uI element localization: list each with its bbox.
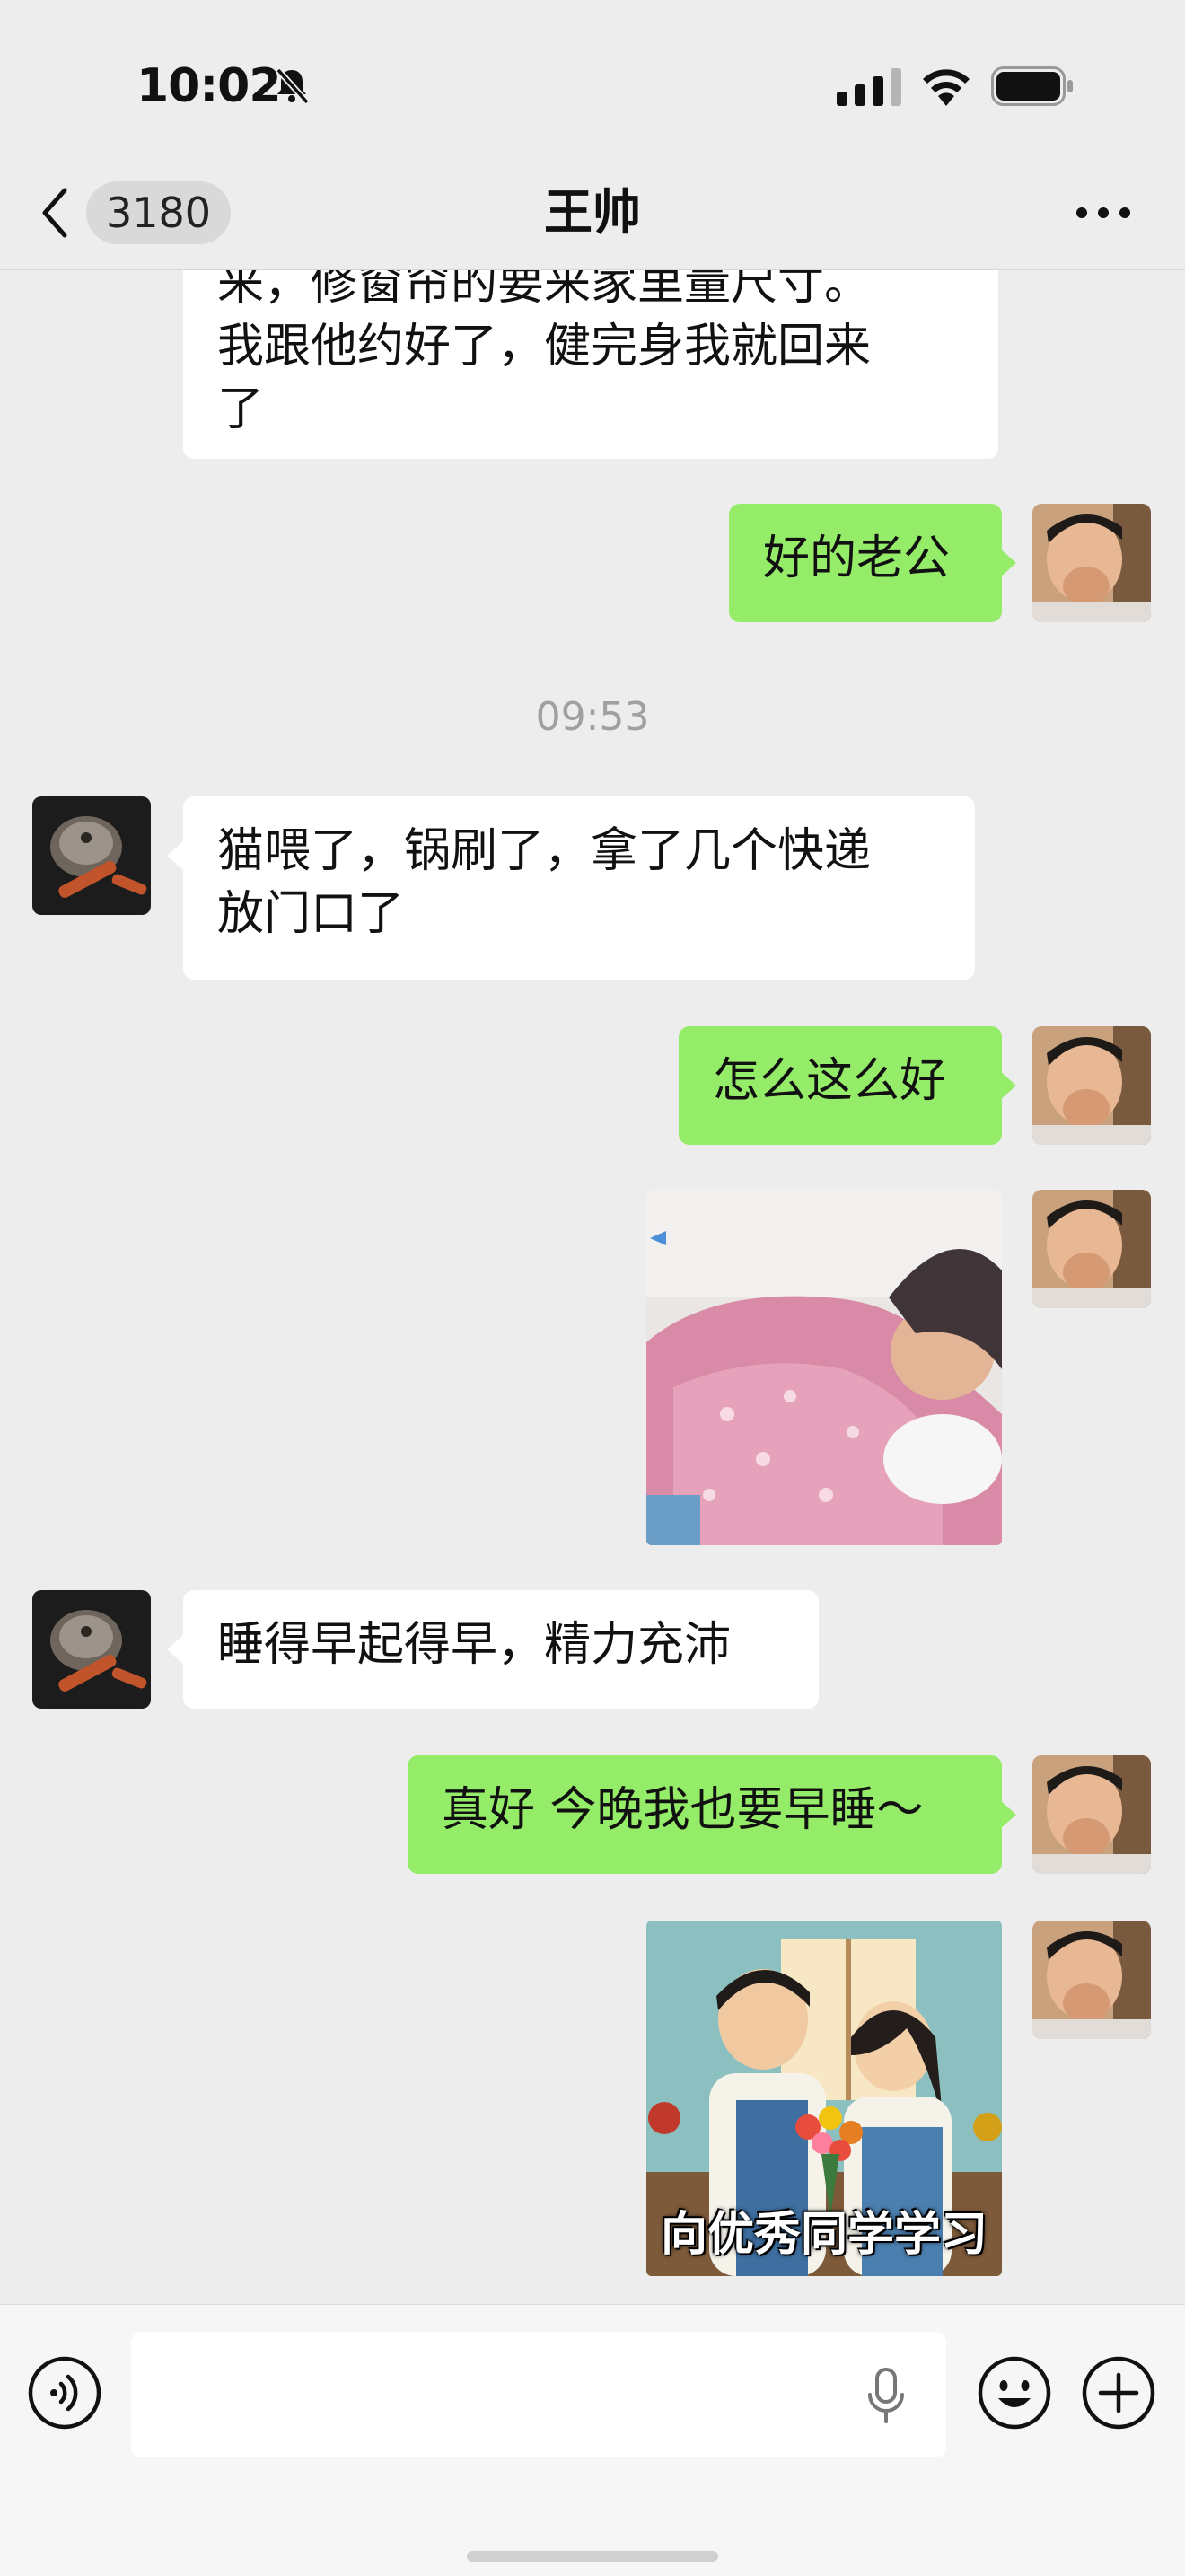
bubble-tail [167,1635,183,1664]
outgoing-message[interactable]: 真好 今晚我也要早睡～ [408,1755,1002,1874]
message-text: 放门口了 [217,887,405,941]
contact-avatar[interactable] [32,1590,151,1709]
cellular-signal-icon [837,68,901,106]
message-text: 了 [217,382,265,436]
message-timestamp: 09:53 [535,694,650,740]
my-avatar[interactable] [1032,1026,1151,1145]
incoming-message[interactable]: 猫喂了，锅刷了，拿了几个快递 放门口了 [183,796,975,980]
wifi-icon [923,69,970,106]
message-text: 猫喂了，锅刷了，拿了几个快递 [217,824,872,878]
add-attachment-icon[interactable] [1081,2355,1156,2431]
message-text: 真好 今晚我也要早睡～ [442,1783,924,1837]
more-options-icon[interactable] [1074,198,1133,228]
my-avatar[interactable] [1032,1755,1151,1874]
incoming-message[interactable]: 来，修窗帘的要来家里量尺寸。 我跟他约好了，健完身我就回来 了 [183,270,998,459]
message-text: 来，修窗帘的要来家里量尺寸。 [217,270,872,311]
message-text: 好的老公 [763,532,951,585]
my-avatar[interactable] [1032,1921,1151,2039]
incoming-message[interactable]: 睡得早起得早，精力充沛 [183,1590,819,1709]
message-text: 睡得早起得早，精力充沛 [217,1618,732,1672]
message-list[interactable]: 来，修窗帘的要来家里量尺寸。 我跟他约好了，健完身我就回来 了 好的老公 09:… [0,270,1185,2304]
voice-mode-icon[interactable] [27,2355,102,2431]
mute-bell-icon [276,67,310,105]
sticker-caption: 向优秀同学学习 [660,2208,988,2262]
bubble-tail [1000,1071,1016,1100]
battery-icon [991,66,1073,106]
bubble-tail [1000,1800,1016,1829]
bubble-tail [167,841,183,870]
message-text: 怎么这么好 [713,1054,947,1108]
status-bar: 10:02 [0,0,1185,162]
chat-title: 王帅 [544,184,641,241]
outgoing-message[interactable]: 好的老公 [729,504,1002,622]
sleeping-person-sticker-image[interactable] [646,1190,1002,1545]
contact-avatar[interactable] [32,796,151,915]
microphone-icon[interactable] [865,2368,907,2425]
message-text: 我跟他约好了，健完身我就回来 [217,320,872,374]
chat-header: 3180 王帅 [0,162,1185,270]
my-avatar[interactable] [1032,1190,1151,1308]
status-time: 10:02 [136,59,282,113]
good-student-sticker-image[interactable]: 向优秀同学学习 [646,1921,1002,2276]
message-input[interactable] [131,2332,946,2457]
input-bar [0,2304,1185,2576]
my-avatar[interactable] [1032,504,1151,622]
home-indicator [467,2551,718,2562]
outgoing-message[interactable]: 怎么这么好 [679,1026,1002,1145]
emoji-icon[interactable] [977,2355,1052,2431]
bubble-tail [1000,549,1016,577]
